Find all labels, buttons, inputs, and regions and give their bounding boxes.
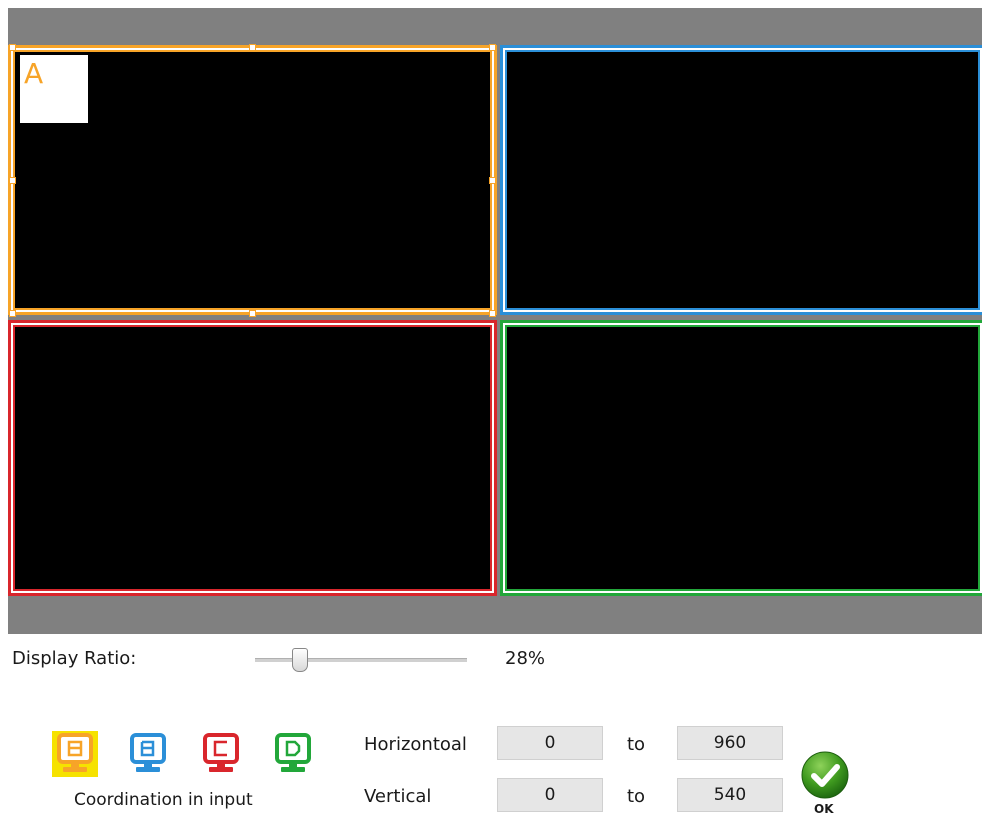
horizontal-to-label: to: [627, 734, 646, 755]
vertical-from-input[interactable]: 0: [497, 778, 603, 812]
window-a-label-tag: A: [20, 55, 88, 123]
horizontal-label: Horizontoal: [364, 734, 467, 755]
monitor-c-icon: [203, 733, 239, 772]
resize-handle-bottom-left[interactable]: [9, 310, 16, 317]
horizontal-from-input[interactable]: 0: [497, 726, 603, 760]
resize-handle-left[interactable]: [9, 177, 16, 184]
monitor-a-icon: [57, 733, 93, 772]
vertical-to-input[interactable]: 540: [677, 778, 783, 812]
monitor-a-button[interactable]: [52, 731, 98, 777]
monitor-b-button[interactable]: [125, 731, 171, 777]
coordination-caption: Coordination in input: [74, 790, 253, 810]
checkmark-icon: [801, 751, 849, 799]
resize-handle-top[interactable]: [249, 44, 256, 51]
window-b-frame[interactable]: [500, 45, 982, 315]
monitor-c-button[interactable]: [198, 731, 244, 777]
ok-label: OK: [814, 802, 834, 816]
resize-handle-bottom[interactable]: [249, 310, 256, 317]
display-ratio-value: 28%: [505, 648, 546, 669]
display-ratio-slider-thumb[interactable]: [292, 648, 308, 672]
window-c-frame[interactable]: [8, 320, 497, 596]
window-a-label: A: [24, 57, 44, 90]
resize-handle-top-right[interactable]: [489, 44, 496, 51]
monitor-d-icon: [275, 733, 311, 772]
resize-handle-bottom-right[interactable]: [489, 310, 496, 317]
vertical-to-label: to: [627, 786, 646, 807]
resize-handle-top-left[interactable]: [9, 44, 16, 51]
display-ratio-slider-track[interactable]: [255, 658, 467, 662]
display-ratio-label: Display Ratio:: [12, 648, 137, 669]
monitor-b-icon: [130, 733, 166, 772]
resize-handle-right[interactable]: [489, 177, 496, 184]
vertical-label: Vertical: [364, 786, 432, 807]
window-d-frame[interactable]: [500, 320, 982, 596]
horizontal-to-input[interactable]: 960: [677, 726, 783, 760]
monitor-d-button[interactable]: [270, 731, 316, 777]
